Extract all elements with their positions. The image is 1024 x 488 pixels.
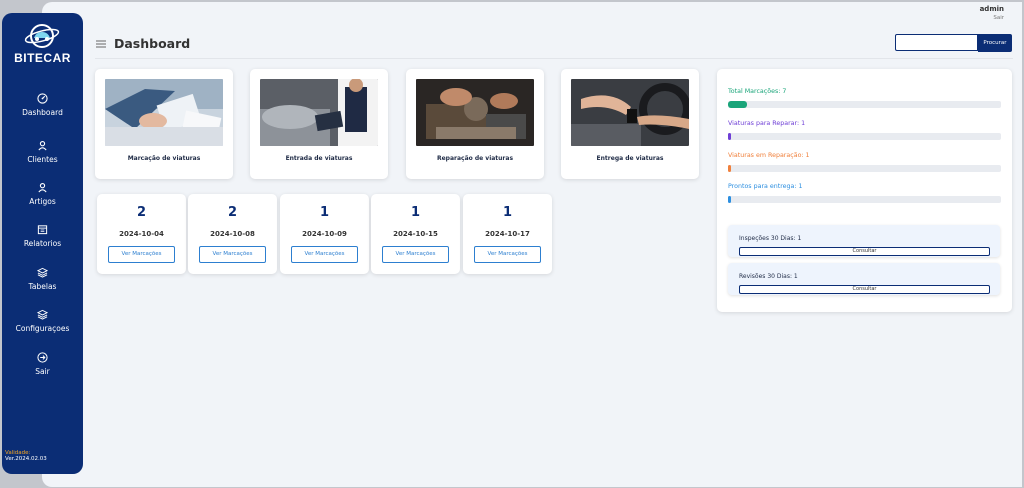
- view-appointments-button[interactable]: Ver Marcações: [199, 246, 266, 263]
- search-input[interactable]: [895, 34, 978, 51]
- service-card-marcacao[interactable]: Marcação de viaturas: [95, 69, 233, 179]
- service-image-entrega: [571, 79, 689, 146]
- service-card-reparacao[interactable]: Reparação de viaturas: [406, 69, 544, 179]
- header-divider: [95, 58, 1013, 59]
- sidebar-item-clientes[interactable]: Clientes: [2, 140, 83, 164]
- sidebar-item-sair[interactable]: Sair: [2, 352, 83, 376]
- view-appointments-button[interactable]: Ver Marcações: [382, 246, 449, 263]
- service-label: Entrega de viaturas: [596, 155, 664, 162]
- view-appointments-button[interactable]: Ver Marcações: [474, 246, 541, 263]
- stat-in-repair-bar: [728, 165, 1001, 172]
- sidebar-item-label: Relatorios: [23, 239, 62, 248]
- sidebar-item-label: Clientes: [27, 155, 58, 164]
- sidebar-item-tabelas[interactable]: Tabelas: [2, 267, 83, 291]
- sidebar-item-label: Sair: [35, 367, 50, 376]
- version-label: Ver.2024.02.03: [5, 456, 47, 462]
- date-card: 1 2024-10-15 Ver Marcações: [371, 194, 460, 274]
- stat-to-repair-label: Viaturas para Reparar: 1: [728, 120, 806, 127]
- appointment-count: 1: [502, 205, 513, 220]
- sidebar-item-label: Artigos: [29, 197, 56, 206]
- sidebar-item-configuracoes[interactable]: Configuraçoes: [2, 309, 83, 333]
- version-info: Validade: Ver.2024.02.03: [5, 450, 47, 462]
- sidebar-item-relatorios[interactable]: Relatorios: [2, 224, 83, 248]
- gauge-icon: [37, 93, 48, 104]
- date-card: 1 2024-10-17 Ver Marcações: [463, 194, 552, 274]
- stat-ready-bar: [728, 196, 1001, 203]
- sidebar-item-label: Tabelas: [28, 282, 57, 291]
- stats-panel: Total Marcações: 7 Viaturas para Reparar…: [717, 69, 1012, 312]
- revisions-consult-button[interactable]: Consultar: [739, 285, 990, 294]
- service-card-entrada[interactable]: Entrada de viaturas: [250, 69, 388, 179]
- appointment-date: 2024-10-17: [485, 230, 530, 238]
- service-image-entrada: [260, 79, 378, 146]
- view-appointments-button[interactable]: Ver Marcações: [291, 246, 358, 263]
- search-button[interactable]: Procurar: [978, 34, 1012, 52]
- stat-total-label: Total Marcações: 7: [728, 88, 787, 95]
- sidebar-item-label: Dashboard: [22, 108, 63, 117]
- view-appointments-button[interactable]: Ver Marcações: [108, 246, 175, 263]
- brand-logo[interactable]: BITECAR: [2, 23, 83, 65]
- sidebar-item-dashboard[interactable]: Dashboard: [2, 93, 83, 117]
- inspections-consult-button[interactable]: Consultar: [739, 247, 990, 256]
- date-card: 2 2024-10-04 Ver Marcações: [97, 194, 186, 274]
- revisions-card: Revisões 30 Dias: 1 Consultar: [728, 263, 1000, 295]
- exit-icon: [37, 352, 48, 363]
- stat-to-repair-bar-fill: [728, 133, 731, 140]
- service-label: Marcação de viaturas: [127, 155, 201, 162]
- user-icon: [38, 183, 47, 193]
- hamburger-menu-icon[interactable]: [96, 40, 106, 48]
- layers-icon: [37, 267, 48, 278]
- stat-total-bar-fill: [728, 101, 747, 108]
- sidebar-item-label: Configuraçoes: [15, 324, 70, 333]
- service-card-entrega[interactable]: Entrega de viaturas: [561, 69, 699, 179]
- layers-icon: [37, 309, 48, 320]
- stat-ready-label: Prontos para entrega: 1: [728, 183, 803, 190]
- sidebar: BITECAR Dashboard Clientes Artigos Relat…: [2, 13, 83, 474]
- page-title: Dashboard: [114, 36, 191, 51]
- user-name[interactable]: admin: [980, 5, 1004, 13]
- revisions-label: Revisões 30 Dias: 1: [739, 273, 798, 280]
- appointment-date: 2024-10-08: [210, 230, 255, 238]
- appointment-count: 2: [136, 205, 147, 220]
- user-icon: [38, 141, 47, 151]
- service-image-reparacao: [416, 79, 534, 146]
- calendar-icon: [37, 225, 48, 235]
- appointment-count: 1: [410, 205, 421, 220]
- stat-to-repair-bar: [728, 133, 1001, 140]
- date-card: 2 2024-10-08 Ver Marcações: [188, 194, 277, 274]
- stat-in-repair-bar-fill: [728, 165, 731, 172]
- service-label: Reparação de viaturas: [436, 155, 514, 162]
- appointment-date: 2024-10-15: [393, 230, 438, 238]
- logout-link[interactable]: Sair: [980, 15, 1004, 21]
- stat-ready-bar-fill: [728, 196, 731, 203]
- service-label: Entrada de viaturas: [285, 155, 353, 162]
- appointment-count: 2: [227, 205, 238, 220]
- appointment-count: 1: [319, 205, 330, 220]
- brand-name: BITECAR: [14, 51, 71, 65]
- stat-in-repair-label: Viaturas em Reparação: 1: [728, 152, 810, 159]
- appointment-date: 2024-10-04: [119, 230, 164, 238]
- inspections-label: Inspeções 30 Dias: 1: [739, 235, 802, 242]
- service-image-marcacao: [105, 79, 223, 146]
- inspections-card: Inspeções 30 Dias: 1 Consultar: [728, 225, 1000, 257]
- user-menu: admin Sair: [980, 5, 1004, 21]
- sidebar-item-artigos[interactable]: Artigos: [2, 182, 83, 206]
- date-card: 1 2024-10-09 Ver Marcações: [280, 194, 369, 274]
- stat-total-bar: [728, 101, 1001, 108]
- appointment-date: 2024-10-09: [302, 230, 347, 238]
- car-globe-icon: [24, 24, 59, 48]
